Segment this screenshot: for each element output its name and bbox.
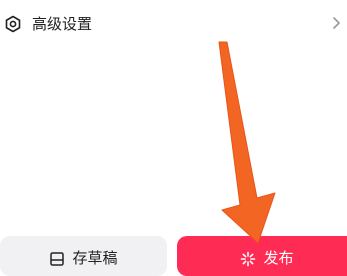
settings-hexagon-icon <box>5 15 21 33</box>
publish-button[interactable]: 发布 <box>177 236 347 276</box>
chevron-right-icon <box>333 17 340 29</box>
advanced-settings-row[interactable]: 高级设置 <box>0 0 347 50</box>
sparkle-icon <box>241 251 256 267</box>
advanced-settings-label: 高级设置 <box>32 15 93 33</box>
draft-box-icon <box>50 252 65 266</box>
save-draft-button[interactable]: 存草稿 <box>0 236 167 276</box>
save-draft-label: 存草稿 <box>72 249 118 267</box>
publish-label: 发布 <box>263 249 294 267</box>
